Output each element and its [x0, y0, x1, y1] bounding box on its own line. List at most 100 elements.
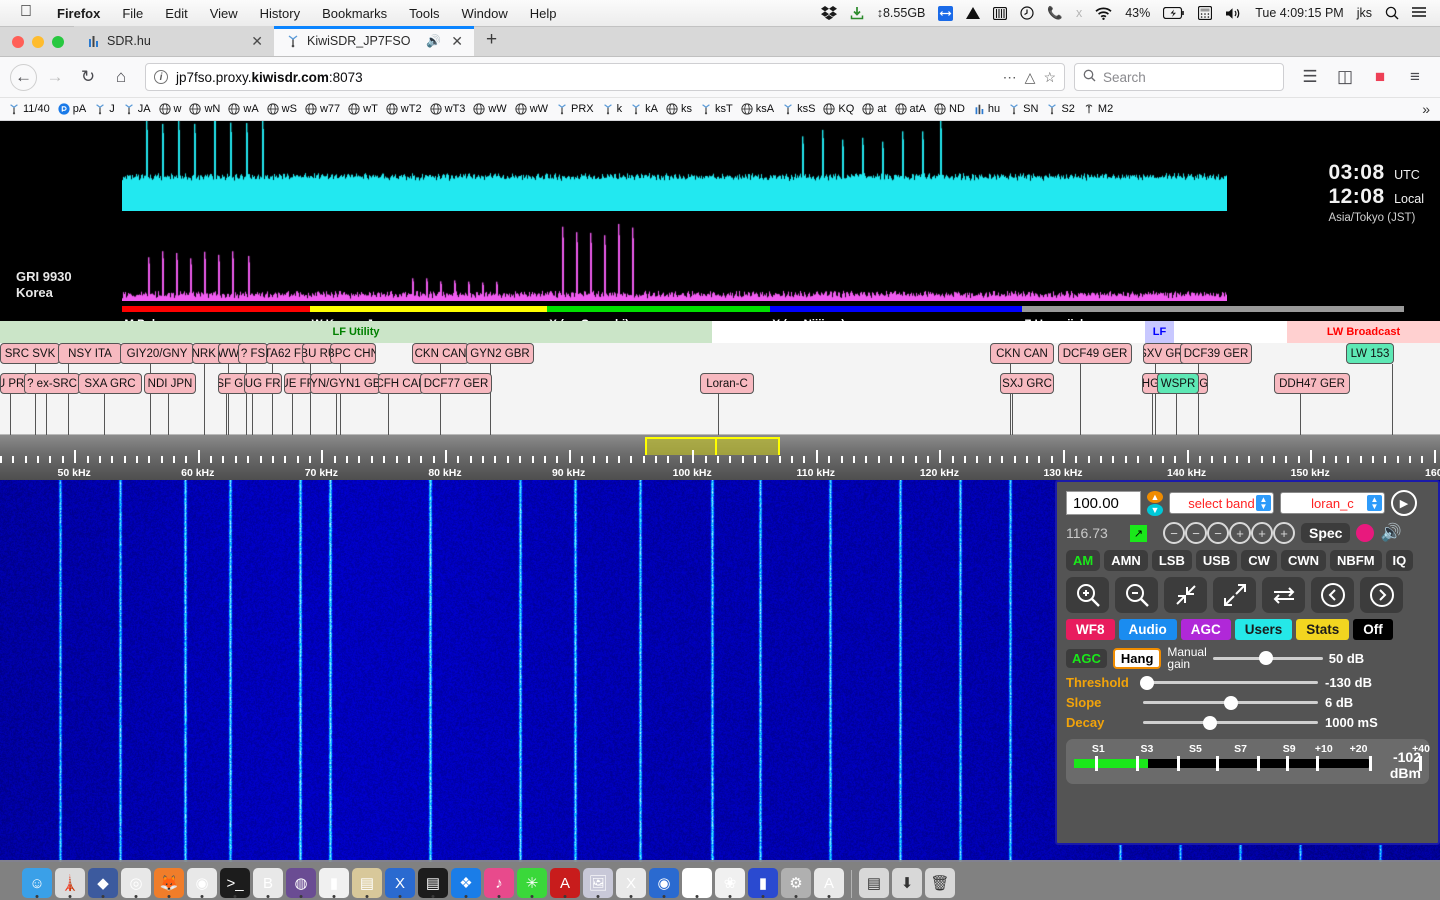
station-tag[interactable]: DCF77 GER: [420, 373, 492, 394]
arrows-icon[interactable]: [938, 6, 953, 21]
bookmark-j[interactable]: J: [90, 103, 119, 115]
dock-icon-safari[interactable]: ◎: [121, 868, 151, 898]
spotlight-search-icon[interactable]: [1385, 6, 1399, 20]
bookmark-kq[interactable]: KQ: [819, 103, 858, 115]
plus-circle-icon[interactable]: +: [1273, 522, 1295, 544]
station-tag[interactable]: ? ex-SRC: [24, 373, 80, 394]
agc-toggle-button[interactable]: AGC: [1066, 649, 1107, 668]
menu-item-window[interactable]: Window: [451, 6, 519, 21]
new-tab-button[interactable]: +: [474, 29, 509, 54]
tracking-protection-icon[interactable]: △: [1025, 69, 1036, 86]
dock-icon-radio-app[interactable]: ▤: [352, 868, 382, 898]
play-icon[interactable]: ▶: [1391, 490, 1417, 516]
dock-icon-firefox-old[interactable]: ◉: [649, 868, 679, 898]
dock-icon-safari-tech-preview[interactable]: ◆: [88, 868, 118, 898]
page-actions-icon[interactable]: ⋯: [1003, 69, 1017, 86]
dock-icon-chrome[interactable]: ◉: [187, 868, 217, 898]
dock-icon-downloads[interactable]: ⬇: [892, 868, 922, 898]
bookmark-hu[interactable]: hu: [969, 103, 1004, 115]
zoom-to-fit-icon[interactable]: [1164, 577, 1207, 613]
hamburger-menu-icon[interactable]: ≡: [1400, 62, 1430, 92]
bookmark-w[interactable]: w: [155, 103, 186, 115]
bookmark-ata[interactable]: atA: [891, 103, 931, 115]
bookmark-wt[interactable]: wT: [344, 103, 382, 115]
apple-logo-icon[interactable]: : [20, 4, 32, 20]
menu-item-file[interactable]: File: [111, 6, 154, 21]
dock-icon-stack[interactable]: ▤: [859, 868, 889, 898]
menu-item-firefox[interactable]: Firefox: [46, 6, 111, 21]
station-tag[interactable]: CFH CAN: [378, 373, 424, 394]
bookmark-ja[interactable]: JA: [119, 103, 155, 115]
external-link-icon[interactable]: ↗: [1130, 525, 1147, 542]
bookmark-wt2[interactable]: wT2: [382, 103, 426, 115]
menu-item-help[interactable]: Help: [519, 6, 568, 21]
dock-icon-scanner-app[interactable]: A: [814, 868, 844, 898]
slider-knob[interactable]: [1224, 696, 1238, 710]
station-tag[interactable]: CKN CAN: [412, 343, 469, 364]
close-icon[interactable]: ✕: [448, 33, 466, 50]
site-info-icon[interactable]: i: [154, 70, 168, 84]
dock-icon-sparkle-app[interactable]: ✳: [517, 868, 547, 898]
library-icon[interactable]: ☰: [1295, 62, 1325, 92]
station-tag[interactable]: GYN2 GBR: [466, 343, 534, 364]
dock-icon-finder[interactable]: ☺: [22, 868, 52, 898]
menubar-user[interactable]: jks: [1357, 6, 1372, 20]
station-tag[interactable]: ? FS: [238, 343, 268, 364]
extension-select[interactable]: loran_c ▲ ▼: [1280, 492, 1385, 514]
mode-button-lsb[interactable]: LSB: [1152, 550, 1192, 571]
dock-icon-github-desktop[interactable]: ◍: [286, 868, 316, 898]
notification-center-icon[interactable]: [1412, 7, 1426, 19]
zoom-out-icon[interactable]: [1115, 577, 1158, 613]
bookmark-m2[interactable]: M2: [1079, 103, 1117, 115]
mode-button-cw[interactable]: CW: [1241, 550, 1277, 571]
url-bar[interactable]: i jp7fso.proxy.kiwisdr.com:8073 ⋯ △ ☆: [145, 63, 1065, 91]
speaker-icon[interactable]: 🔊: [1380, 523, 1401, 543]
dock-icon-preview[interactable]: 🖼: [583, 868, 613, 898]
minus-circle-icon[interactable]: −: [1163, 522, 1185, 544]
dock-icon-keyboard-app[interactable]: ▤: [418, 868, 448, 898]
calculator-icon[interactable]: [1198, 6, 1212, 20]
chevron-up-icon[interactable]: ▲: [1147, 491, 1163, 503]
memory-icon[interactable]: [993, 7, 1007, 20]
bookmark-wt3[interactable]: wT3: [426, 103, 470, 115]
station-tag[interactable]: SRC SVK: [0, 343, 60, 364]
pocket-icon[interactable]: ■: [1365, 62, 1395, 92]
station-tag[interactable]: Loran-C: [700, 373, 754, 394]
control-button-stats[interactable]: Stats: [1296, 619, 1349, 640]
bookmark-sn[interactable]: SN: [1004, 103, 1042, 115]
station-tag[interactable]: DDH47 GER: [1274, 373, 1350, 394]
slider-knob[interactable]: [1203, 716, 1217, 730]
chevron-double-right-icon[interactable]: »: [1416, 101, 1436, 117]
dock-icon-terminal[interactable]: >_: [220, 868, 250, 898]
zoom-swap-icon[interactable]: [1262, 577, 1305, 613]
control-button-wf8[interactable]: WF8: [1066, 619, 1115, 640]
station-tag[interactable]: GIY20/GNY: [120, 343, 194, 364]
dock-icon-app-store[interactable]: 🗼: [55, 868, 85, 898]
station-tag[interactable]: NDI JPN: [144, 373, 196, 394]
bookmark-ksa[interactable]: ksA: [737, 103, 778, 115]
spec-button[interactable]: Spec: [1301, 523, 1350, 543]
station-tag[interactable]: LW 153: [1346, 343, 1394, 364]
dock-icon-photos[interactable]: ❀: [715, 868, 745, 898]
dock-icon-vertical-app[interactable]: ▮: [319, 868, 349, 898]
station-tag[interactable]: DCF39 GER: [1180, 343, 1252, 364]
band-label-lw-broadcast[interactable]: LW Broadcast: [1287, 321, 1440, 343]
page-right-icon[interactable]: [1360, 577, 1403, 613]
frequency-scale[interactable]: 50 kHz 60 kHz 70 kHz 80 kHz 90 kHz 100 kHz 110…: [0, 435, 1440, 480]
slider-knob[interactable]: [1259, 651, 1273, 665]
home-icon[interactable]: ⌂: [106, 62, 136, 92]
dock-icon-trash[interactable]: 🗑: [925, 868, 955, 898]
station-tag[interactable]: FUE FRA: [284, 373, 312, 394]
frequency-stepper[interactable]: ▲ ▼: [1147, 491, 1163, 516]
dock-icon-calendar[interactable]: 11: [682, 868, 712, 898]
bookmark-ks[interactable]: ks: [662, 103, 696, 115]
mode-button-iq[interactable]: IQ: [1386, 550, 1414, 571]
dock-icon-w3prx[interactable]: X: [385, 868, 415, 898]
passband-indicator[interactable]: [645, 437, 780, 455]
slider-slope[interactable]: [1143, 696, 1318, 710]
forward-arrow-icon[interactable]: →: [40, 62, 70, 92]
menu-item-view[interactable]: View: [199, 6, 249, 21]
wifi-icon[interactable]: [1095, 7, 1112, 20]
control-button-users[interactable]: Users: [1235, 619, 1293, 640]
battery-charging-icon[interactable]: [1163, 7, 1185, 19]
